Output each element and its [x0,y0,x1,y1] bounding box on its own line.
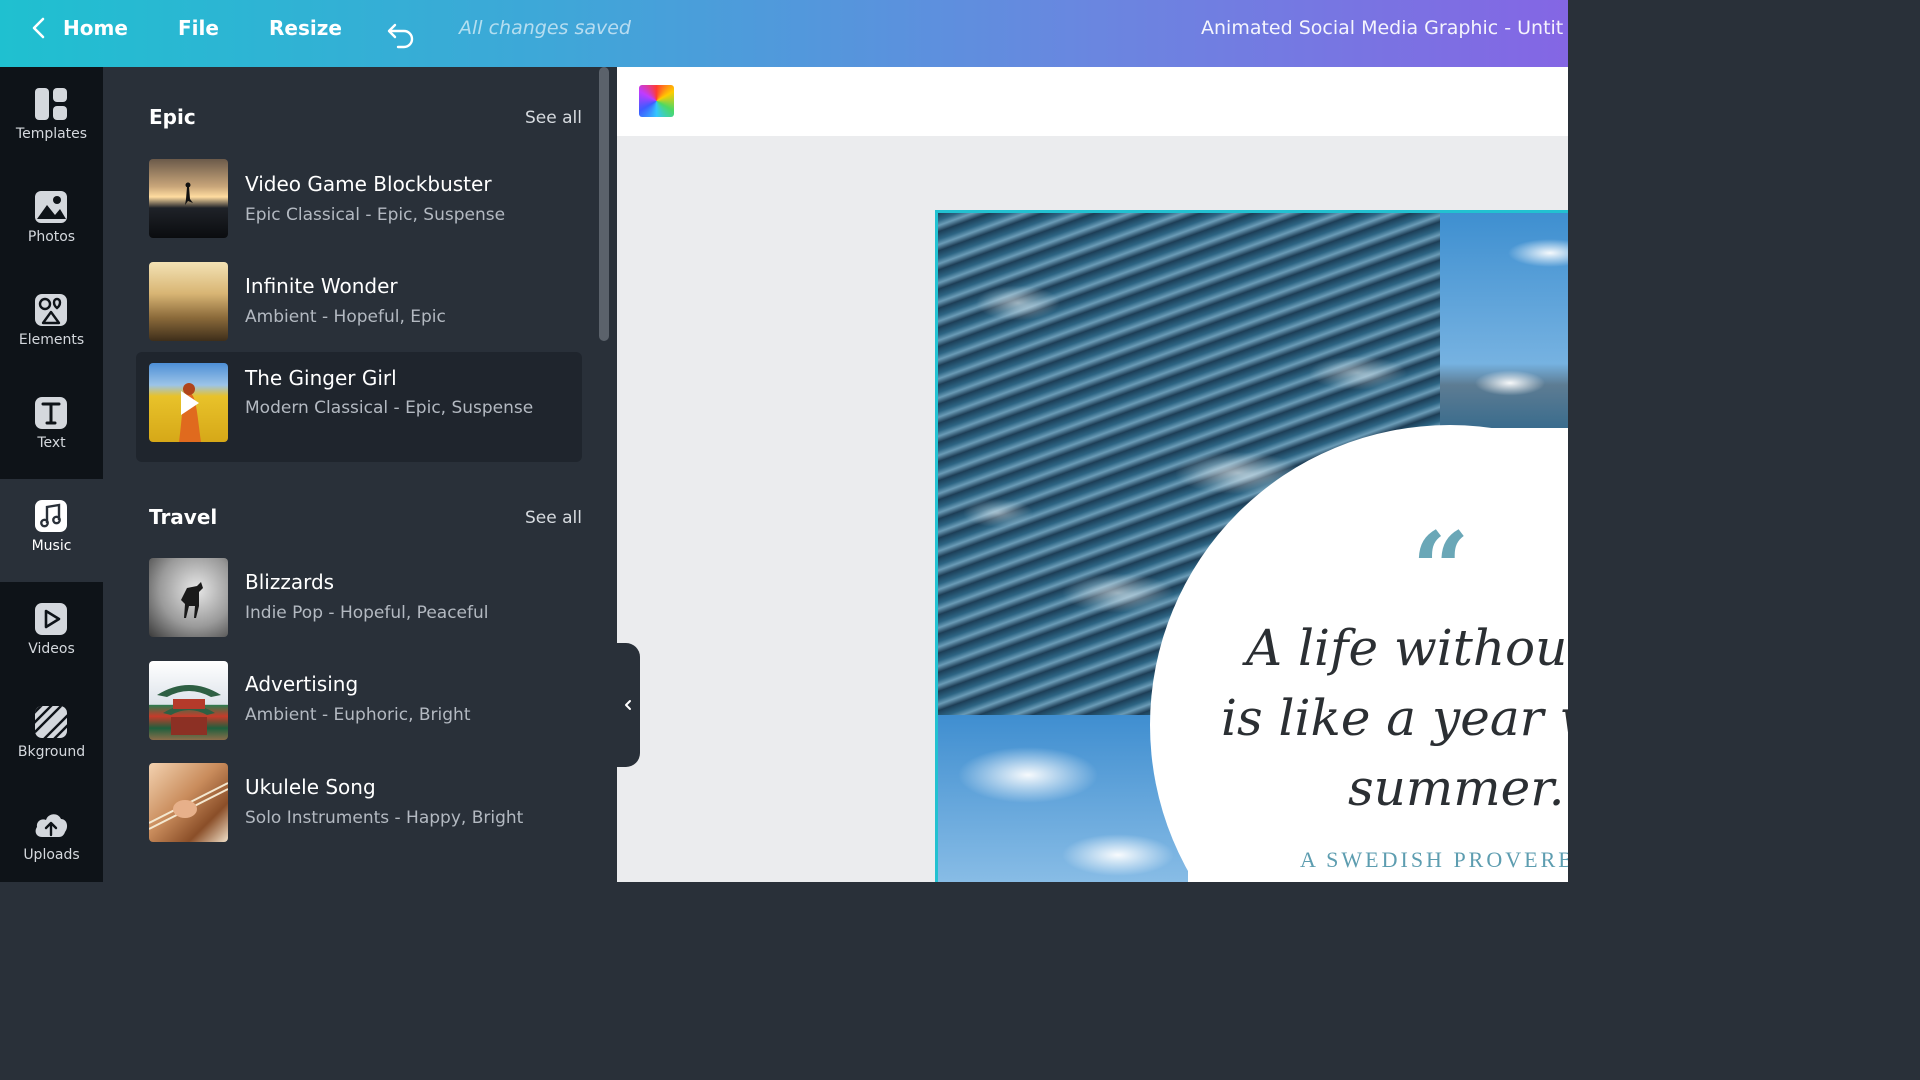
rail-label: Music [31,538,72,554]
section-title-travel: Travel [149,505,218,529]
canvas-area: “ A life without lo is like a year with … [617,67,1568,882]
quote-line-3[interactable]: summer. [1348,759,1565,817]
uploads-icon [35,814,68,837]
track-title: The Ginger Girl [245,366,397,390]
track-item[interactable]: Advertising Ambient - Euphoric, Bright [136,652,582,762]
sky-photo-top[interactable] [1440,213,1568,428]
panel-scrollbar[interactable] [599,67,609,341]
track-genre: Ambient - Euphoric, Bright [245,705,471,725]
music-panel: Epic See all Video Game Blockbuster Epic… [103,67,617,882]
color-picker-button[interactable] [639,85,674,117]
text-icon [35,397,67,429]
rail-item-templates[interactable]: Templates [0,67,103,170]
track-genre: Solo Instruments - Happy, Bright [245,808,524,828]
file-menu[interactable]: File [178,0,219,56]
track-title: Advertising [245,672,359,696]
document-title[interactable]: Animated Social Media Graphic - Untit [1201,0,1568,56]
track-genre: Ambient - Hopeful, Epic [245,307,446,327]
track-item[interactable]: Video Game Blockbuster Epic Classical - … [136,150,582,260]
rail-label: Elements [18,332,85,348]
track-item[interactable]: Blizzards Indie Pop - Hopeful, Peaceful [136,550,582,660]
track-genre: Indie Pop - Hopeful, Peaceful [245,603,489,623]
track-thumbnail [149,262,228,341]
quote-line-1[interactable]: A life without lo [1246,619,1568,677]
rail-item-music[interactable]: Music [0,479,103,582]
track-title: Infinite Wonder [245,274,398,298]
save-status: All changes saved [459,17,631,39]
track-thumbnail [149,558,228,637]
pagoda-icon [157,685,221,735]
top-bar: Home File Resize All changes saved Anima… [0,0,1568,67]
background-icon [35,706,67,738]
quote-attribution[interactable]: A SWEDISH PROVERB [1300,847,1568,873]
section-title-epic: Epic [149,105,196,129]
rail-label: Templates [15,126,88,142]
rail-item-background[interactable]: Bkground [0,685,103,788]
track-thumbnail [149,159,228,238]
track-thumbnail [149,661,228,740]
home-link[interactable]: Home [63,0,128,56]
collapse-panel-button[interactable] [616,643,640,767]
see-all-epic-link[interactable]: See all [525,108,582,128]
rail-label: Uploads [23,847,80,863]
rail-label: Videos [28,641,75,657]
videos-icon [35,603,67,635]
undo-icon [387,23,414,49]
play-icon[interactable] [149,363,228,442]
see-all-travel-link[interactable]: See all [525,508,582,528]
rail-label: Text [37,435,66,451]
rail-item-uploads[interactable]: Uploads [0,788,103,891]
rail-label: Bkground [17,744,86,760]
elements-icon [35,294,67,326]
track-item[interactable]: Infinite Wonder Ambient - Hopeful, Epic [136,252,582,362]
chevron-left-icon [625,700,631,710]
rail-label: Photos [27,229,76,245]
undo-button[interactable] [386,14,416,49]
rail-item-videos[interactable]: Videos [0,582,103,685]
silhouette-icon [185,182,193,205]
track-thumbnail [149,363,228,442]
ukulele-icon [149,782,228,830]
track-title: Ukulele Song [245,775,376,799]
horse-icon [181,582,203,618]
templates-icon [35,88,67,120]
resize-button[interactable]: Resize [269,0,342,56]
track-thumbnail [149,763,228,842]
editor-toolbar [617,67,1568,136]
track-title: Video Game Blockbuster [245,172,492,196]
track-genre: Modern Classical - Epic, Suspense [245,398,534,418]
chevron-left-icon [32,17,45,39]
photos-icon [35,191,67,223]
rail-item-elements[interactable]: Elements [0,273,103,376]
track-item[interactable]: The Ginger Girl Modern Classical - Epic,… [136,352,582,462]
track-item[interactable]: Ukulele Song Solo Instruments - Happy, B… [136,755,582,865]
track-genre: Epic Classical - Epic, Suspense [245,205,506,225]
quote-line-2[interactable]: is like a year with [1221,689,1568,747]
rail-item-photos[interactable]: Photos [0,170,103,273]
design-page[interactable]: “ A life without lo is like a year with … [935,210,1568,882]
music-icon [35,500,67,532]
side-nav-rail: Templates Photos Elements Text Music Vid… [0,67,103,882]
quote-mark: “ [1412,510,1470,628]
rail-item-text[interactable]: Text [0,376,103,479]
track-title: Blizzards [245,570,335,594]
